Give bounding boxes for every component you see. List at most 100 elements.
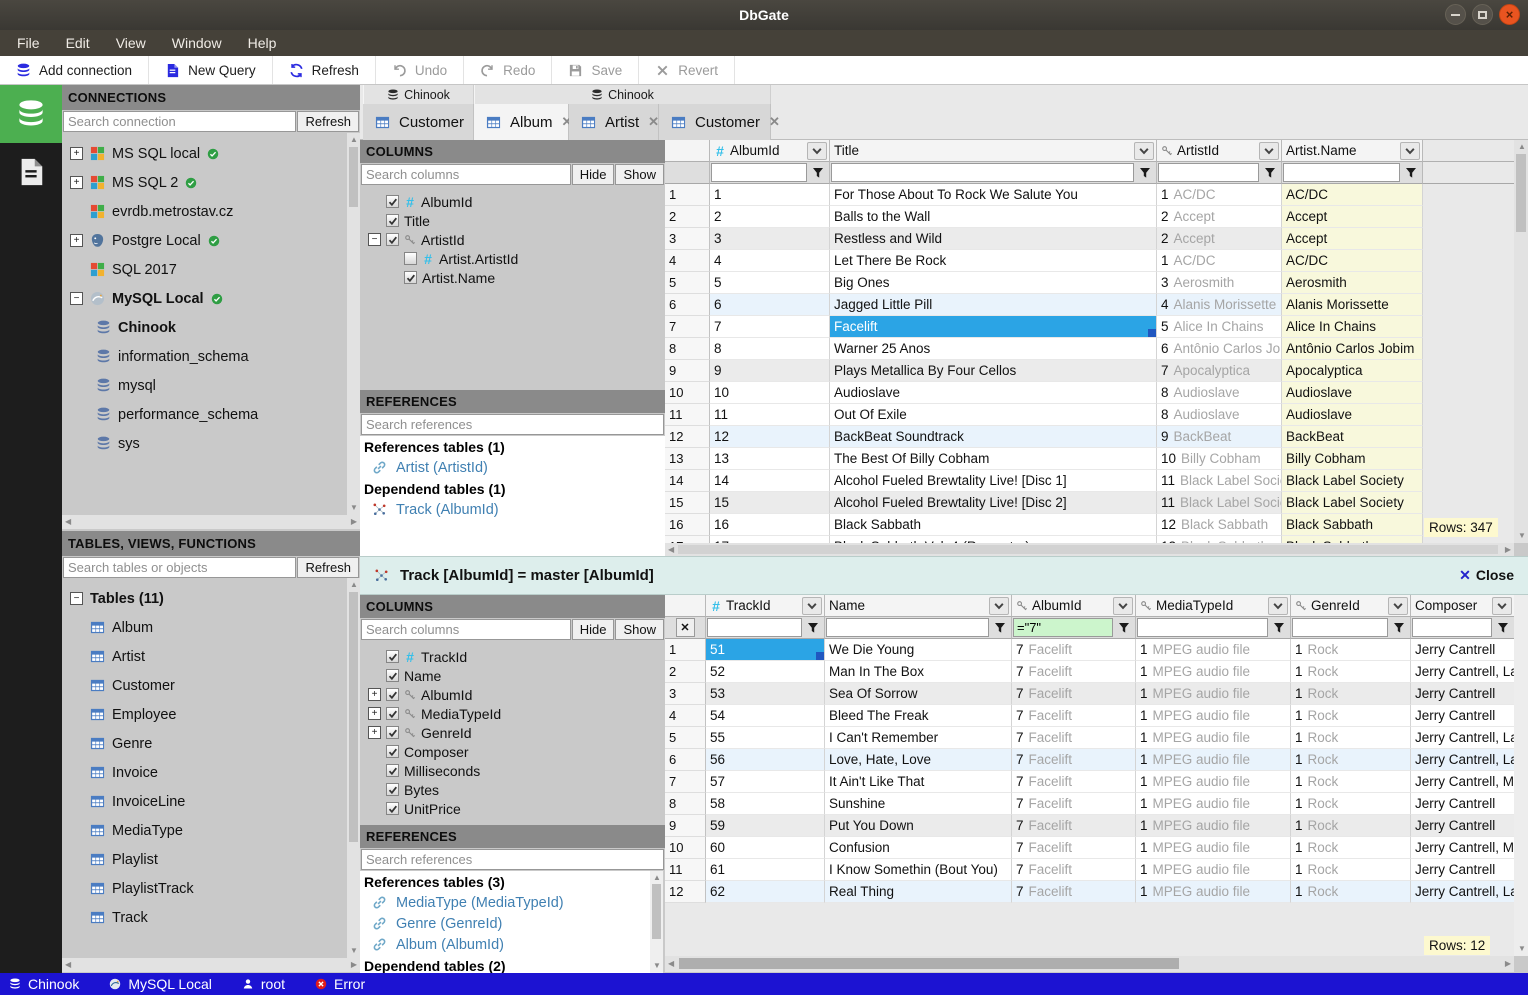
toolbar-add-connection-button[interactable]: Add connection [0, 56, 150, 84]
expander-plus-icon[interactable]: + [368, 688, 381, 701]
connection-item-sys[interactable]: sys [62, 429, 347, 458]
cell-artistid[interactable]: 12Black Sabbath [1157, 514, 1282, 536]
toolbar-undo-button[interactable]: Undo [376, 56, 465, 84]
reference-link-mediatype-mediatypeid[interactable]: MediaType (MediaTypeId) [360, 892, 650, 913]
column-dropdown-button[interactable] [802, 596, 822, 615]
selection-fill-handle[interactable] [816, 652, 824, 660]
cell-albumid[interactable]: 7 Facelift [1012, 705, 1136, 727]
cell-genreid[interactable]: 1 Rock [1291, 727, 1411, 749]
cell-composer[interactable]: Jerry Cantrell, Michael Starr [1411, 837, 1514, 859]
filter-funnel-button[interactable] [1259, 163, 1280, 182]
tab-artist[interactable]: Artist ✕ [569, 104, 659, 140]
connection-item-postgre-local[interactable]: + Postgre Local [62, 226, 347, 255]
cell-trackid[interactable]: 60 [706, 837, 825, 859]
column-checkbox[interactable] [386, 233, 399, 246]
cell-name[interactable]: I Know Somethin (Bout You) [825, 859, 1012, 881]
cell-artist-name[interactable]: Black Sabbath [1282, 514, 1423, 536]
connections-refresh-button[interactable]: Refresh [297, 111, 359, 132]
cell-albumid[interactable]: 13 [710, 448, 830, 470]
cell-artist-name[interactable]: Alanis Morissette [1282, 294, 1423, 316]
cell-title[interactable]: Plays Metallica By Four Cellos [830, 360, 1157, 382]
connections-search-input[interactable] [63, 111, 297, 132]
cell-artist-name[interactable]: Black Label Society [1282, 492, 1423, 514]
cell-genreid[interactable]: 1 Rock [1291, 705, 1411, 727]
column-item-artist-artistid[interactable]: # Artist.ArtistId [360, 249, 665, 268]
cell-trackid[interactable]: 58 [706, 793, 825, 815]
column-dropdown-button[interactable] [1134, 141, 1154, 160]
cell-albumid[interactable]: 7 Facelift [1012, 793, 1136, 815]
connections-vertical-scrollbar[interactable]: ▲ ▼ [347, 133, 360, 515]
cell-title[interactable]: Restless and Wild [830, 228, 1157, 250]
album-columns-show-button[interactable]: Show [615, 164, 664, 185]
tables-group[interactable]: − Tables (11) [62, 584, 347, 613]
cell-title[interactable]: Alcohol Fueled Brewtality Live! [Disc 2] [830, 492, 1157, 514]
cell-albumid[interactable]: 7 Facelift [1012, 661, 1136, 683]
cell-genreid[interactable]: 1 Rock [1291, 815, 1411, 837]
cell-composer[interactable]: Jerry Cantrell [1411, 639, 1514, 661]
cell-genreid[interactable]: 1 Rock [1291, 639, 1411, 661]
toolbar-new-query-button[interactable]: New Query [149, 56, 273, 84]
cell-trackid[interactable]: 57 [706, 771, 825, 793]
cell-title[interactable]: For Those About To Rock We Salute You [830, 184, 1157, 206]
cell-albumid[interactable]: 1 [710, 184, 830, 206]
column-header-mediatypeid[interactable]: MediaTypeId [1136, 595, 1291, 617]
cell-trackid[interactable]: 53 [706, 683, 825, 705]
reference-link-track-albumid[interactable]: Track (AlbumId) [360, 499, 665, 520]
expander-plus-icon[interactable]: + [368, 707, 381, 720]
cell-albumid[interactable]: 4 [710, 250, 830, 272]
cell-albumid[interactable]: 2 [710, 206, 830, 228]
cell-title[interactable]: Black Sabbath Vol. 4 (Remaster) [830, 536, 1157, 543]
table-item-track[interactable]: Track [62, 903, 347, 932]
cell-artist-name[interactable]: Apocalyptica [1282, 360, 1423, 382]
cell-trackid[interactable]: 54 [706, 705, 825, 727]
expander-plus-icon[interactable]: + [368, 726, 381, 739]
cell-name[interactable]: Sunshine [825, 793, 1012, 815]
cell-trackid[interactable]: 52 [706, 661, 825, 683]
cell-artistid[interactable]: 5 Alice In Chains [1157, 316, 1282, 338]
filter-input-albumid[interactable] [1013, 618, 1113, 637]
cell-albumid[interactable]: 11 [710, 404, 830, 426]
album-grid-horizontal-scrollbar[interactable]: ◀ ▶ [665, 543, 1514, 556]
column-checkbox[interactable] [386, 764, 399, 777]
cell-artistid[interactable]: 4 Alanis Morissette [1157, 294, 1282, 316]
cell-composer[interactable]: Jerry Cantrell, Layne Staley [1411, 881, 1514, 903]
column-item-milliseconds[interactable]: Milliseconds [360, 761, 665, 780]
cell-composer[interactable]: Jerry Cantrell, Layne Staley [1411, 727, 1514, 749]
cell-composer[interactable]: Jerry Cantrell, Layne Staley [1411, 749, 1514, 771]
cell-albumid[interactable]: 16 [710, 514, 830, 536]
album-columns-search-input[interactable] [361, 164, 571, 185]
cell-artist-name[interactable]: Aerosmith [1282, 272, 1423, 294]
cell-albumid[interactable]: 5 [710, 272, 830, 294]
column-checkbox[interactable] [386, 726, 399, 739]
cell-genreid[interactable]: 1 Rock [1291, 749, 1411, 771]
filter-input-title[interactable] [831, 163, 1134, 182]
cell-albumid[interactable]: 9 [710, 360, 830, 382]
column-checkbox[interactable] [386, 745, 399, 758]
table-item-mediatype[interactable]: MediaType [62, 816, 347, 845]
cell-name[interactable]: Man In The Box [825, 661, 1012, 683]
cell-genreid[interactable]: 1 Rock [1291, 683, 1411, 705]
column-checkbox[interactable] [386, 669, 399, 682]
table-item-playlist[interactable]: Playlist [62, 845, 347, 874]
connection-item-mysql-local[interactable]: − MySQL Local [62, 284, 347, 313]
tables-horizontal-scrollbar[interactable]: ◀ ▶ [62, 958, 360, 972]
connection-item-chinook[interactable]: Chinook [62, 313, 347, 342]
cell-albumid[interactable]: 15 [710, 492, 830, 514]
cell-genreid[interactable]: 1 Rock [1291, 881, 1411, 903]
tables-search-input[interactable] [63, 557, 297, 578]
cell-composer[interactable]: Jerry Cantrell, Layne Staley [1411, 661, 1514, 683]
cell-artist-name[interactable]: Accept [1282, 228, 1423, 250]
cell-mediatypeid[interactable]: 1 MPEG audio file [1136, 837, 1291, 859]
cell-mediatypeid[interactable]: 1 MPEG audio file [1136, 683, 1291, 705]
filter-funnel-button[interactable] [1388, 618, 1409, 637]
cell-mediatypeid[interactable]: 1 MPEG audio file [1136, 771, 1291, 793]
cell-artistid[interactable]: 12Black Sabbath [1157, 536, 1282, 543]
cell-artistid[interactable]: 11 Black Label Society [1157, 492, 1282, 514]
album-grid-vertical-scrollbar[interactable]: ▲ ▼ [1514, 140, 1528, 543]
column-item-artist-name[interactable]: Artist.Name [360, 268, 665, 287]
reference-link-album-albumid[interactable]: Album (AlbumId) [360, 934, 650, 955]
cell-trackid[interactable]: 55 [706, 727, 825, 749]
column-checkbox[interactable] [386, 650, 399, 663]
column-dropdown-button[interactable] [1268, 596, 1288, 615]
cell-artist-name[interactable]: Antônio Carlos Jobim [1282, 338, 1423, 360]
